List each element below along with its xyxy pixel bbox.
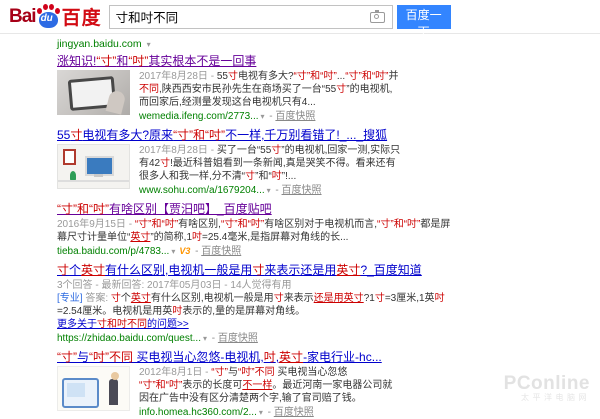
site-filter[interactable]: jingyan.baidu.com ▾ [57,38,600,52]
result-snippet: 2016年9月15日 - “寸”和“吋”有啥区别,“寸”和“吋”有啥区别对于电视… [57,218,455,244]
desk-shape [63,149,76,165]
chevron-down-icon[interactable]: ▾ [259,408,263,417]
chevron-down-icon[interactable]: ▾ [147,40,151,49]
baidu-cache-link[interactable]: 百度快照 [275,111,315,122]
result-date: 2017年8月28日 - [139,71,217,82]
cartoon-shape [109,379,118,405]
cartoon-shape [111,372,119,380]
desk-shape [70,171,76,180]
baidu-cache-link[interactable]: 百度快照 [282,185,322,196]
result-url-line: wemedia.ifeng.com/2773...▾ - 百度快照 [139,110,401,123]
result-url: tieba.baidu.com/p/4783... [57,246,169,257]
baidu-cache-link[interactable]: 百度快照 [201,246,241,257]
search-input[interactable] [109,5,393,29]
result-thumbnail[interactable] [57,144,130,189]
baidu-logo-cn: 百度 [62,3,102,30]
result-date: 2016年9月15日 - [57,219,135,230]
dash-separator: - [209,333,218,344]
result-title-link[interactable]: 55寸电视有多大?原来“寸”和“吋”不一样,千万别看错了!_..._搜狐 [57,128,459,143]
result-body: 2016年9月15日 - “寸”和“吋”有啥区别,“寸”和“吋”有啥区别对于电视… [57,218,459,258]
dash-separator: - [192,246,201,257]
result-url-line: https://zhidao.baidu.com/quest...▾ - 百度快… [57,332,455,345]
search-result: “寸”和“吋”有啥区别【贾汨吧】_百度贴吧2016年9月15日 - “寸”和“吋… [57,202,459,258]
search-header: Bai du 百度 百度一下 [0,0,600,34]
result-url: https://zhidao.baidu.com/quest... [57,333,201,344]
cartoon-shape [67,383,85,397]
result-text: 3个回答 - 最新回答: 2017年05月03日 - 14人觉得有用[专业] 答… [57,279,455,345]
more-questions-link[interactable]: 更多关于寸和吋不同的问题>> [57,318,455,331]
search-result: 寸个英寸有什么区别,电视机一般是用寸来表示还是用英寸?_百度知道3个回答 - 最… [57,263,459,345]
chevron-down-icon[interactable]: ▾ [261,112,265,121]
result-snippet: 2017年8月28日 - 买了一台“55寸”的电视机,回家一测,实际只有42寸!… [139,144,401,183]
dash-separator: - [273,185,282,196]
result-url-line: info.homea.hc360.com/2...▾ - 百度快照 [139,406,401,419]
baidu-logo-text: Bai [9,6,36,28]
result-url: wemedia.ifeng.com/2773... [139,111,259,122]
result-url-line: www.sohu.com/a/1679204...▾ - 百度快照 [139,184,401,197]
baidu-paw-icon: du [37,4,61,30]
camera-search-icon[interactable] [370,12,385,23]
search-result: 涨知识!“寸”和“吋”其实根本不是一回事2017年8月28日 - 55寸电视有多… [57,54,459,123]
result-snippet: 2012年8月1日 - “寸”与“吋”不同 买电视当心忽悠 “寸”和“吋”表示的… [139,366,401,405]
desk-shape [58,180,129,182]
chevron-down-icon[interactable]: ▾ [267,186,271,195]
search-box [109,5,393,29]
site-filter-domain: jingyan.baidu.com [57,38,142,50]
baidu-logo[interactable]: Bai du 百度 [9,3,102,30]
result-title-link[interactable]: 寸个英寸有什么区别,电视机一般是用寸来表示还是用英寸?_百度知道 [57,263,459,278]
result-snippet: [专业] 答案: 寸个英寸有什么区别,电视机一般是用寸来表示还是用英寸?1寸=3… [57,292,455,318]
results-area: jingyan.baidu.com▾ 涨知识!“寸”和“吋”其实根本不是一回事2… [0,34,600,419]
search-button[interactable]: 百度一下 [397,5,451,29]
result-body: 2017年8月28日 - 55寸电视有多大?“寸”和“吋”...“寸”和“吋”并… [57,70,459,123]
chevron-down-icon[interactable]: ▾ [203,334,207,343]
results-list: 涨知识!“寸”和“吋”其实根本不是一回事2017年8月28日 - 55寸电视有多… [57,54,600,419]
chevron-down-icon[interactable]: ▾ [171,247,175,256]
answer-label: 答案: [85,293,111,304]
result-body: 3个回答 - 最新回答: 2017年05月03日 - 14人觉得有用[专业] 答… [57,279,459,345]
result-date: 2012年8月1日 - [139,367,211,378]
result-text: 2017年8月28日 - 55寸电视有多大?“寸”和“吋”...“寸”和“吋”并… [139,70,401,123]
result-body: 2017年8月28日 - 买了一台“55寸”的电视机,回家一测,实际只有42寸!… [57,144,459,197]
result-title-link[interactable]: “寸”与“吋”不同 买电视当心忽悠-电视机,吋,英寸-家电行业-hc... [57,350,459,365]
result-text: 2017年8月28日 - 买了一台“55寸”的电视机,回家一测,实际只有42寸!… [139,144,401,197]
result-text: 2012年8月1日 - “寸”与“吋”不同 买电视当心忽悠 “寸”和“吋”表示的… [139,366,401,419]
result-url-line: tieba.baidu.com/p/4783...▾ V3 - 百度快照 [57,245,455,258]
result-date: 2017年8月28日 - [139,145,217,156]
result-meta: 3个回答 - 最新回答: 2017年05月03日 - 14人觉得有用 [57,279,455,292]
desk-shape [94,174,103,177]
result-text: 2016年9月15日 - “寸”和“吋”有啥区别,“寸”和“吋”有啥区别对于电视… [57,218,455,258]
result-body: 2012年8月1日 - “寸”与“吋”不同 买电视当心忽悠 “寸”和“吋”表示的… [57,366,459,419]
desk-shape [85,156,114,176]
result-title-link[interactable]: 涨知识!“寸”和“吋”其实根本不是一回事 [57,54,459,69]
result-thumbnail[interactable] [57,366,130,411]
tieba-level-badge-icon: V3 [179,246,190,256]
baidu-cache-link[interactable]: 百度快照 [218,333,258,344]
result-thumbnail[interactable] [57,70,130,115]
result-snippet: 2017年8月28日 - 55寸电视有多大?“寸”和“吋”...“寸”和“吋”并… [139,70,401,109]
search-result: 55寸电视有多大?原来“寸”和“吋”不一样,千万别看错了!_..._搜狐2017… [57,128,459,197]
result-url: www.sohu.com/a/1679204... [139,185,265,196]
answer-tag: [专业] [57,293,85,304]
result-title-link[interactable]: “寸”和“吋”有啥区别【贾汨吧】_百度贴吧 [57,202,459,217]
